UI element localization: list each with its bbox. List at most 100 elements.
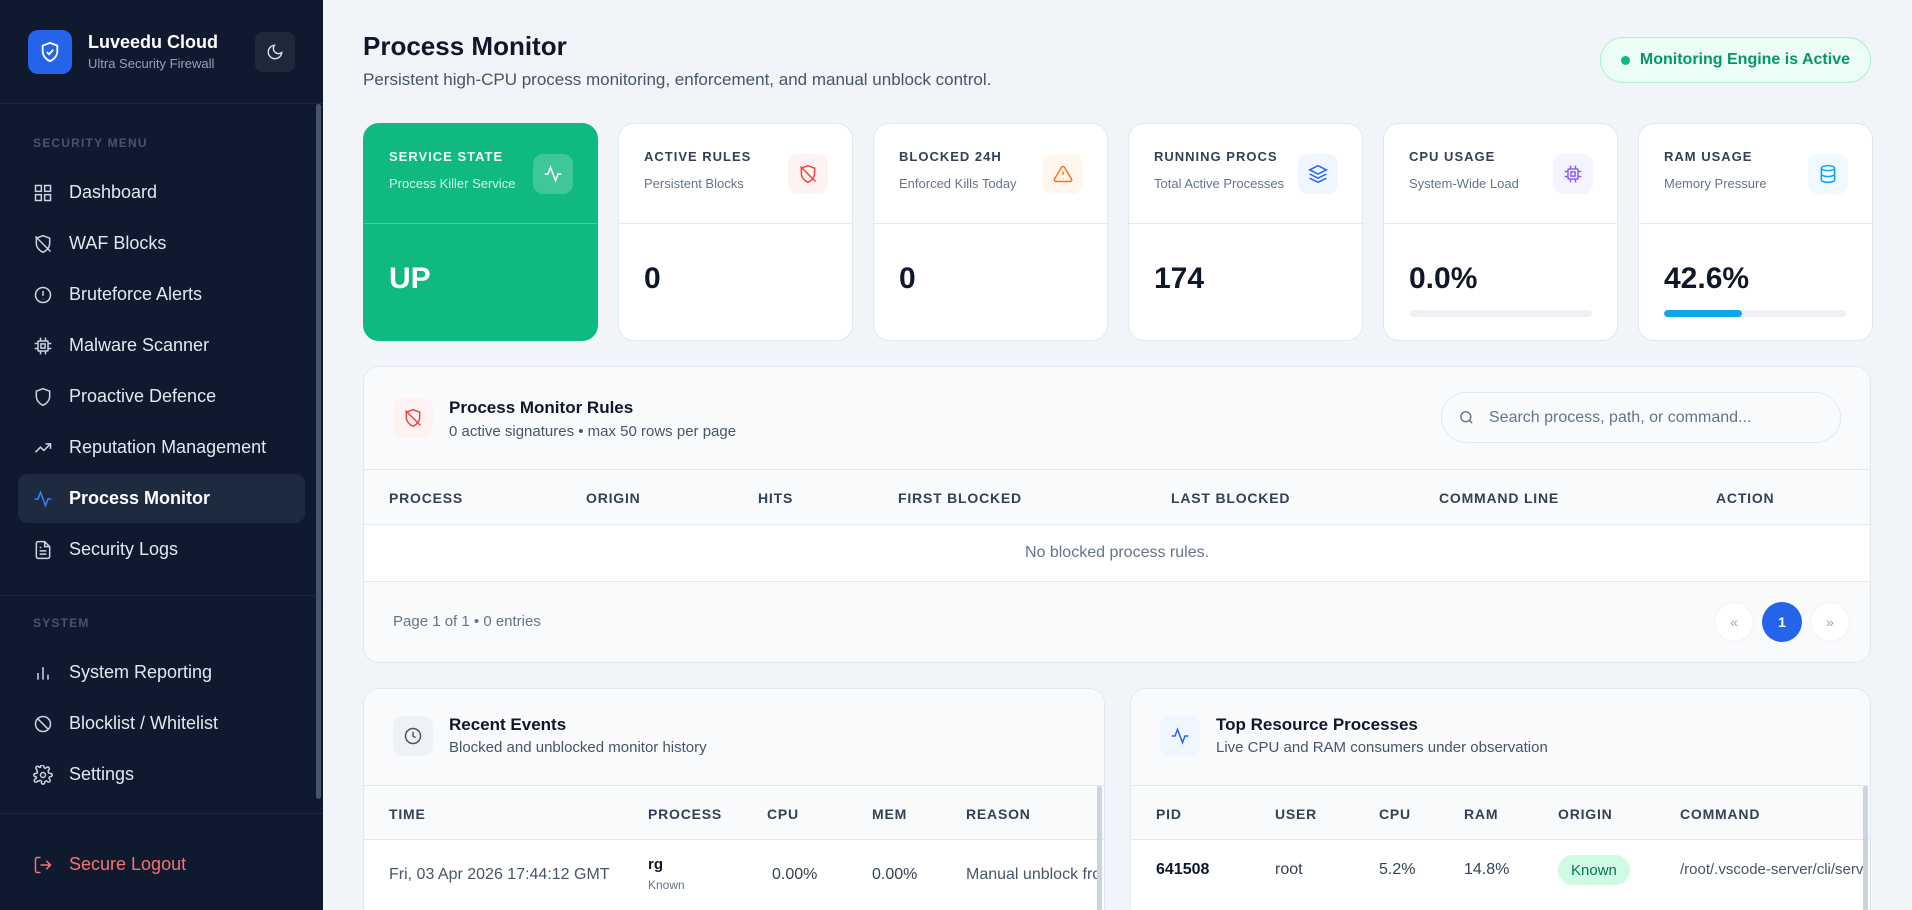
column-header-origin: ORIGIN <box>1558 806 1613 822</box>
process-cpu: 5.2% <box>1379 861 1416 878</box>
logout-label: Secure Logout <box>69 854 187 874</box>
column-header-hits[interactable]: HITS <box>758 490 793 506</box>
event-cpu: 0.00% <box>772 866 818 883</box>
column-header-cpu: CPU <box>767 806 799 822</box>
menu-section-system: SYSTEM <box>33 616 90 630</box>
prev-page-button[interactable]: « <box>1714 602 1754 642</box>
column-header-last-blocked[interactable]: LAST BLOCKED <box>1171 490 1290 506</box>
sidebar-item-waf-blocks[interactable]: WAF Blocks <box>18 219 305 268</box>
events-table-header: TIME PROCESS CPU MEM REASON <box>364 786 1104 840</box>
stats-row: SERVICE STATE Process Killer Service UP … <box>363 123 1873 341</box>
process-user: root <box>1275 861 1303 878</box>
column-header-first-blocked[interactable]: FIRST BLOCKED <box>898 490 1022 506</box>
sidebar-item-security-logs[interactable]: Security Logs <box>18 525 305 574</box>
page-info: Page 1 of 1 • 0 entries <box>393 613 541 630</box>
activity-icon <box>34 489 52 508</box>
column-header-process: PROCESS <box>648 806 723 822</box>
sidebar-item-settings[interactable]: Settings <box>18 750 305 799</box>
column-header-command: COMMAND <box>1680 806 1761 822</box>
sidebar-item-dashboard[interactable]: Dashboard <box>18 168 305 217</box>
top-scrollbar[interactable] <box>1863 786 1868 910</box>
theme-toggle-button[interactable] <box>255 31 295 72</box>
pagination: Page 1 of 1 • 0 entries « 1 » <box>364 582 1870 662</box>
event-reason: Manual unblock fro <box>966 866 1102 883</box>
engine-status-badge: Monitoring Engine is Active <box>1599 37 1871 83</box>
ram-progress-bar <box>1664 310 1847 317</box>
search-box <box>1441 392 1841 443</box>
brand-subtitle: Ultra Security Firewall <box>88 56 215 71</box>
stat-card-ram-usage: RAM USAGE Memory Pressure 42.6% <box>1638 123 1873 341</box>
column-header-time: TIME <box>389 806 426 822</box>
events-scrollbar[interactable] <box>1097 786 1102 910</box>
sidebar-item-reputation-management[interactable]: Reputation Management <box>18 423 305 472</box>
stat-card-active-rules: ACTIVE RULES Persistent Blocks 0 <box>618 123 853 341</box>
top-processes-title: Top Resource Processes <box>1216 715 1418 734</box>
status-dot-icon <box>1620 55 1630 65</box>
moon-icon <box>267 43 283 59</box>
shield-off-icon <box>788 154 828 194</box>
sidebar-item-blocklist-whitelist[interactable]: Blocklist / Whitelist <box>18 699 305 748</box>
sidebar-item-label: Blocklist / Whitelist <box>69 713 219 733</box>
sidebar-item-label: Settings <box>69 764 135 784</box>
page-1-button[interactable]: 1 <box>1762 602 1802 642</box>
column-header-process[interactable]: PROCESS <box>389 490 463 506</box>
sidebar-item-label: Malware Scanner <box>69 335 210 355</box>
sidebar-item-malware-scanner[interactable]: Malware Scanner <box>18 321 305 370</box>
next-page-button[interactable]: » <box>1810 602 1850 642</box>
rules-title: Process Monitor Rules <box>449 398 634 417</box>
cpu-icon <box>1553 154 1593 194</box>
top-processes-card: Top Resource Processes Live CPU and RAM … <box>1130 688 1871 910</box>
process-command: /root/.vscode-server/cli/serv <box>1680 861 1864 878</box>
column-header-cpu: CPU <box>1379 806 1411 822</box>
warning-triangle-icon <box>1043 154 1083 194</box>
stat-card-cpu-usage: CPU USAGE System-Wide Load 0.0% <box>1383 123 1618 341</box>
main-content: Process Monitor Persistent high-CPU proc… <box>323 0 1912 910</box>
logout-icon <box>34 856 52 873</box>
sidebar-item-label: Dashboard <box>69 182 158 202</box>
sidebar-item-bruteforce-alerts[interactable]: Bruteforce Alerts <box>18 270 305 319</box>
process-pid: 641508 <box>1156 861 1210 878</box>
sidebar-scrollbar[interactable] <box>316 104 321 799</box>
stat-value: 0.0% <box>1409 262 1478 295</box>
sidebar-item-label: System Reporting <box>69 662 213 682</box>
origin-badge: Known <box>1558 855 1630 885</box>
sidebar-item-system-reporting[interactable]: System Reporting <box>18 648 305 697</box>
event-origin: Known <box>648 878 685 892</box>
stat-card-service-state: SERVICE STATE Process Killer Service UP <box>363 123 598 341</box>
menu-section-security: SECURITY MENU <box>33 136 148 150</box>
search-input[interactable] <box>1489 408 1819 427</box>
page-title: Process Monitor <box>363 31 567 61</box>
brand-header: Luveedu Cloud Ultra Security Firewall <box>0 0 323 104</box>
grid-icon <box>34 184 52 201</box>
column-header-command-line[interactable]: COMMAND LINE <box>1439 490 1559 506</box>
table-row: Fri, 03 Apr 2026 17:44:12 GMT rg Known 0… <box>364 840 1104 910</box>
ram-progress-fill <box>1664 310 1742 317</box>
shield-icon <box>35 387 51 406</box>
stat-value: 0 <box>644 262 661 295</box>
column-header-pid: PID <box>1156 806 1182 822</box>
stat-card-blocked-24h: BLOCKED 24H Enforced Kills Today 0 <box>873 123 1108 341</box>
sidebar-item-label: Reputation Management <box>69 437 267 457</box>
column-header-origin[interactable]: ORIGIN <box>586 490 641 506</box>
sidebar-item-label: Security Logs <box>69 539 179 559</box>
recent-events-card: Recent Events Blocked and unblocked moni… <box>363 688 1105 910</box>
stat-card-running-procs: RUNNING PROCS Total Active Processes 174 <box>1128 123 1363 341</box>
bar-chart-icon <box>37 666 49 680</box>
engine-status-label: Monitoring Engine is Active <box>1639 51 1850 68</box>
shield-off-icon <box>34 234 52 253</box>
ban-icon <box>34 715 52 732</box>
logout-button[interactable]: Secure Logout <box>18 840 305 889</box>
column-header-ram: RAM <box>1464 806 1499 822</box>
sidebar-item-label: Bruteforce Alerts <box>69 284 203 304</box>
trending-up-icon <box>34 442 52 453</box>
sidebar-item-label: Proactive Defence <box>69 386 217 406</box>
rules-subtitle: 0 active signatures • max 50 rows per pa… <box>449 423 737 440</box>
column-header-user: USER <box>1275 806 1318 822</box>
event-time: Fri, 03 Apr 2026 17:44:12 GMT <box>389 866 610 883</box>
column-header-reason: REASON <box>966 806 1031 822</box>
sidebar-item-proactive-defence[interactable]: Proactive Defence <box>18 372 305 421</box>
stat-value: 174 <box>1154 262 1205 295</box>
layers-icon <box>1298 154 1338 194</box>
process-ram: 14.8% <box>1464 861 1510 878</box>
sidebar-item-process-monitor[interactable]: Process Monitor <box>18 474 305 523</box>
